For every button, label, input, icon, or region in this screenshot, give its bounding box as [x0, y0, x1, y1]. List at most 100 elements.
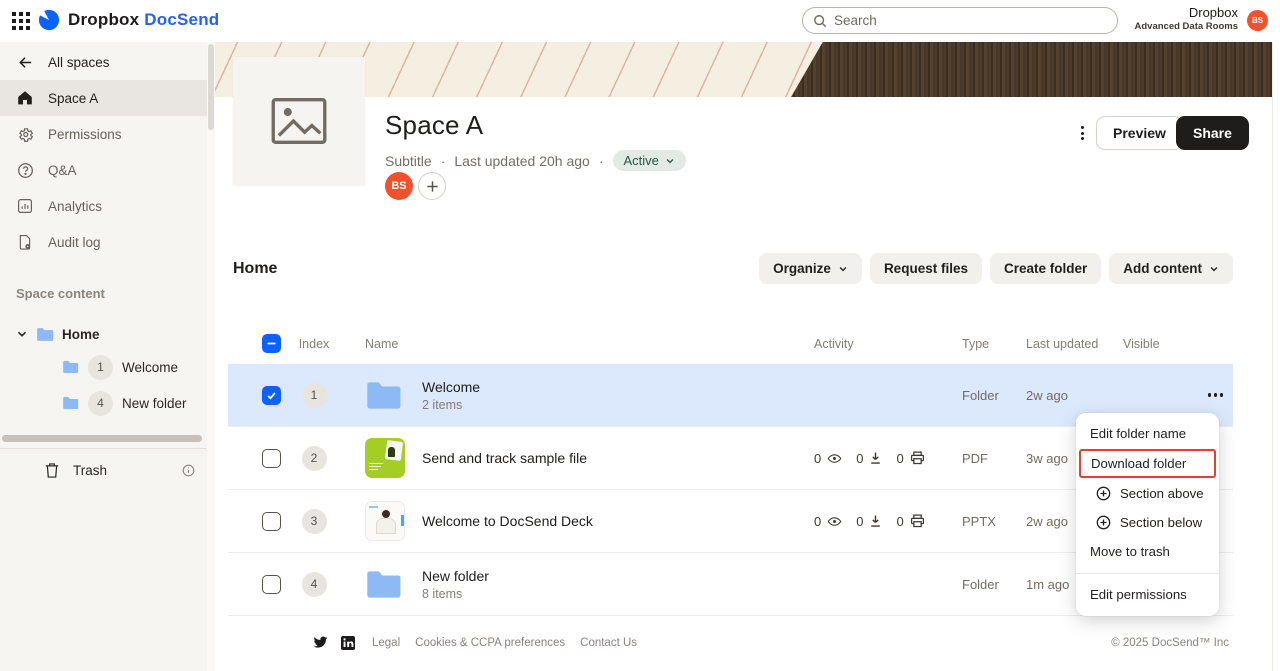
- sidebar-nav: All spaces Space A Permissions Q&A Analy…: [0, 42, 207, 260]
- twitter-icon[interactable]: [313, 636, 328, 650]
- downloads-count: 0: [856, 451, 863, 466]
- organize-button[interactable]: Organize: [759, 253, 862, 284]
- sidebar-item-label: Q&A: [48, 163, 77, 178]
- question-circle-icon: [16, 162, 34, 179]
- space-content-label: Space content: [0, 286, 207, 301]
- owner-avatar[interactable]: BS: [385, 172, 413, 200]
- chevron-down-icon: [1209, 264, 1219, 274]
- menu-item-label: Section below: [1120, 515, 1202, 530]
- add-member-button[interactable]: [418, 172, 446, 200]
- sidebar-item-label: All spaces: [48, 55, 110, 70]
- chevron-down-icon: [838, 264, 848, 274]
- brand-docsend: DocSend: [144, 10, 219, 30]
- column-header-last-updated[interactable]: Last updated: [1026, 337, 1123, 351]
- brand-dropbox: Dropbox: [68, 10, 139, 30]
- column-header-type[interactable]: Type: [962, 337, 1026, 351]
- sidebar-item-qa[interactable]: Q&A: [0, 152, 207, 188]
- back-arrow-icon: [16, 54, 34, 71]
- menu-item-section-below[interactable]: Section below: [1076, 508, 1219, 537]
- index-pill: 1: [88, 355, 113, 380]
- main-scrollbar[interactable]: [1272, 42, 1280, 671]
- preview-button[interactable]: Preview: [1096, 116, 1183, 150]
- eye-icon: [827, 452, 842, 465]
- space-image-placeholder[interactable]: [233, 57, 365, 185]
- tree-item-home[interactable]: Home: [0, 319, 207, 349]
- info-icon[interactable]: [182, 464, 195, 477]
- horizontal-scrollbar[interactable]: [2, 435, 202, 442]
- sidebar-item-permissions[interactable]: Permissions: [0, 116, 207, 152]
- download-icon: [869, 514, 882, 528]
- sidebar-item-analytics[interactable]: Analytics: [0, 188, 207, 224]
- linkedin-icon[interactable]: [341, 636, 355, 650]
- column-header-name[interactable]: Name: [344, 337, 422, 351]
- request-files-button[interactable]: Request files: [870, 253, 982, 284]
- sidebar-item-space-a[interactable]: Space A: [0, 80, 207, 116]
- prints-count: 0: [896, 451, 903, 466]
- sidebar-item-label: Space A: [48, 91, 98, 106]
- chevron-down-icon[interactable]: [16, 328, 28, 340]
- plus-icon: [426, 180, 439, 193]
- menu-item-edit-permissions[interactable]: Edit permissions: [1076, 580, 1219, 609]
- account-product: Dropbox: [1135, 5, 1238, 21]
- button-label: Organize: [773, 261, 831, 276]
- select-all-checkbox[interactable]: [262, 334, 281, 353]
- views-count: 0: [814, 451, 821, 466]
- row-activity: 0 0 0: [814, 451, 962, 466]
- row-activity: 0 0 0: [814, 514, 962, 529]
- folder-icon: [62, 360, 79, 374]
- space-options-button[interactable]: [1073, 122, 1091, 144]
- tree-item-welcome[interactable]: 1 Welcome: [0, 349, 207, 385]
- column-header-activity[interactable]: Activity: [814, 337, 962, 351]
- apps-grid-icon[interactable]: [10, 10, 32, 32]
- row-name[interactable]: Welcome to DocSend Deck: [422, 513, 814, 529]
- footer-link-legal[interactable]: Legal: [372, 637, 400, 649]
- folder-icon: [36, 327, 54, 342]
- row-type: Folder: [962, 388, 1026, 403]
- search-input[interactable]: [834, 13, 1107, 28]
- footer: Legal Cookies & CCPA preferences Contact…: [228, 636, 1233, 650]
- row-checkbox[interactable]: [262, 449, 281, 468]
- row-type: Folder: [962, 577, 1026, 592]
- row-options-button[interactable]: [1191, 393, 1233, 397]
- folder-icon: [365, 569, 422, 600]
- status-badge[interactable]: Active: [613, 150, 686, 171]
- menu-item-move-to-trash[interactable]: Move to trash: [1076, 537, 1219, 566]
- sidebar-item-trash[interactable]: Trash: [0, 449, 207, 491]
- sidebar-item-audit-log[interactable]: Audit log: [0, 224, 207, 260]
- folder-context-menu: Edit folder name Download folder Section…: [1076, 413, 1219, 616]
- row-checkbox[interactable]: [262, 512, 281, 531]
- status-label: Active: [624, 153, 659, 168]
- column-header-index[interactable]: Index: [284, 337, 344, 351]
- tree-item-label: New folder: [122, 396, 187, 411]
- footer-link-contact[interactable]: Contact Us: [580, 637, 637, 649]
- section-title: Home: [228, 260, 277, 278]
- account-label: Dropbox Advanced Data Rooms: [1135, 5, 1238, 33]
- sidebar-item-all-spaces[interactable]: All spaces: [0, 44, 207, 80]
- docsend-logo-icon: [38, 9, 60, 31]
- row-name[interactable]: Welcome: [422, 379, 814, 395]
- column-header-visible[interactable]: Visible: [1123, 337, 1191, 351]
- row-checkbox[interactable]: [262, 386, 281, 405]
- tree-item-new-folder[interactable]: 4 New folder: [0, 385, 207, 421]
- menu-item-download-folder[interactable]: Download folder: [1079, 449, 1216, 478]
- printer-icon: [910, 514, 925, 528]
- row-last-updated: 2w ago: [1026, 388, 1123, 403]
- share-button[interactable]: Share: [1176, 116, 1249, 150]
- menu-item-edit-folder-name[interactable]: Edit folder name: [1076, 419, 1219, 448]
- sidebar-scrollbar[interactable]: [207, 42, 215, 671]
- space-banner-image: [215, 42, 1272, 97]
- brand-logo[interactable]: Dropbox DocSend: [38, 9, 219, 31]
- row-checkbox[interactable]: [262, 575, 281, 594]
- account-avatar[interactable]: BS: [1247, 10, 1268, 31]
- create-folder-button[interactable]: Create folder: [990, 253, 1101, 284]
- row-type: PDF: [962, 451, 1026, 466]
- row-name[interactable]: New folder: [422, 568, 814, 584]
- folder-icon: [365, 380, 422, 411]
- search-bar[interactable]: [802, 7, 1118, 34]
- gear-icon: [16, 126, 34, 143]
- owners-row: BS: [385, 172, 446, 200]
- row-name[interactable]: Send and track sample file: [422, 450, 814, 466]
- menu-item-section-above[interactable]: Section above: [1076, 479, 1219, 508]
- footer-link-cookies[interactable]: Cookies & CCPA preferences: [415, 637, 565, 649]
- add-content-button[interactable]: Add content: [1109, 253, 1233, 284]
